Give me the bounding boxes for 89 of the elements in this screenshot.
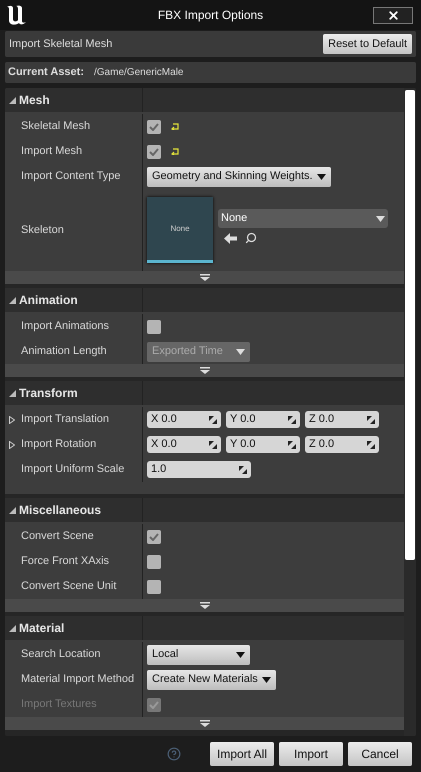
property-label: Import Animations <box>21 319 110 334</box>
dropdown[interactable]: Geometry and Skinning Weights. <box>147 166 331 186</box>
checkbox[interactable] <box>147 144 161 158</box>
section-header[interactable]: Mesh <box>5 88 404 112</box>
collapse-triangle-icon <box>9 390 16 396</box>
dropdown[interactable]: Create New Materials <box>147 670 276 690</box>
section-title: Miscellaneous <box>19 502 102 519</box>
expand-down-icon <box>200 720 210 727</box>
check-icon <box>149 532 159 540</box>
caret-icon <box>236 348 245 354</box>
close-button[interactable] <box>373 6 413 24</box>
property-label: Import Textures <box>21 697 97 712</box>
checkbox[interactable] <box>147 580 161 594</box>
expand-down-icon <box>200 602 210 609</box>
section-title: Mesh <box>19 92 50 109</box>
collapse-triangle-icon <box>9 96 16 104</box>
property-label: Import Translation <box>21 412 110 428</box>
scrollbar-thumb[interactable] <box>405 90 415 560</box>
property-label: Skeleton <box>21 222 64 238</box>
property-label: Import Content Type <box>21 169 120 184</box>
asset-path: /Game/GenericMale <box>94 66 184 80</box>
expand-down-icon <box>200 367 210 374</box>
dropdown[interactable]: Local <box>147 644 250 664</box>
number-field[interactable]: X 0.0 <box>147 436 221 453</box>
reset-button[interactable]: Reset to Default <box>323 34 412 54</box>
section-header[interactable]: Transform <box>5 381 404 405</box>
property-label: Animation Length <box>21 344 107 360</box>
section-title: Animation <box>19 292 78 309</box>
scrollbar[interactable] <box>404 88 416 736</box>
drag-handle-icon[interactable] <box>239 466 247 474</box>
left-arrow-icon[interactable] <box>224 232 237 244</box>
check-icon <box>149 148 159 156</box>
section-header[interactable]: Miscellaneous <box>5 498 404 522</box>
reset-arrow-icon[interactable] <box>171 148 179 155</box>
help-icon[interactable] <box>167 747 181 761</box>
collapse-triangle-icon <box>9 624 16 632</box>
checkbox[interactable] <box>147 120 161 134</box>
expand-arrow-icon[interactable] <box>9 440 15 448</box>
dialog-heading: Import Skeletal Mesh <box>9 36 112 52</box>
dialog-button[interactable]: Cancel <box>348 742 412 766</box>
section-header[interactable]: Material <box>5 616 404 640</box>
section-title: Transform <box>19 385 78 402</box>
expand-down-icon <box>200 274 210 281</box>
collapse-triangle-icon <box>9 296 16 304</box>
caret-icon <box>236 652 245 658</box>
number-field[interactable]: Z 0.0 <box>305 436 379 453</box>
collapse-triangle-icon <box>9 506 16 514</box>
number-field[interactable]: Y 0.0 <box>226 436 300 453</box>
property-label: Force Front XAxis <box>21 554 110 570</box>
drag-handle-icon[interactable] <box>209 440 217 448</box>
checkbox[interactable] <box>147 530 161 544</box>
section-header[interactable]: Animation <box>5 288 404 312</box>
property-label: Skeletal Mesh <box>21 119 90 134</box>
drag-handle-icon[interactable] <box>288 440 296 448</box>
drag-handle-icon[interactable] <box>367 416 375 424</box>
drag-handle-icon[interactable] <box>367 440 375 448</box>
property-label: Import Mesh <box>21 144 82 160</box>
caret-icon <box>316 174 326 180</box>
property-label: Import Rotation <box>21 437 96 452</box>
asset-thumbnail[interactable]: None <box>147 197 213 263</box>
number-field[interactable]: Z 0.0 <box>305 411 379 428</box>
checkbox[interactable] <box>147 320 161 334</box>
number-field[interactable]: X 0.0 <box>147 411 221 428</box>
close-icon <box>386 8 400 22</box>
window-title: FBX Import Options <box>158 7 264 24</box>
dialog-button[interactable]: Import <box>279 742 343 766</box>
asset-label: Current Asset: <box>8 65 84 80</box>
number-field[interactable]: 1.0 <box>147 461 251 478</box>
check-icon <box>149 700 159 708</box>
check-icon <box>149 122 159 130</box>
expand-arrow-icon[interactable] <box>9 416 15 424</box>
property-label: Import Uniform Scale <box>21 462 124 478</box>
drag-handle-icon[interactable] <box>209 416 217 424</box>
search-icon[interactable] <box>245 232 257 244</box>
asset-dropdown[interactable]: None <box>218 209 388 228</box>
property-label: Convert Scene <box>21 529 94 544</box>
property-label: Material Import Method <box>21 672 134 688</box>
drag-handle-icon[interactable] <box>288 416 296 424</box>
thumbnail-label: None <box>170 222 190 234</box>
logo-icon <box>5 4 27 26</box>
property-label: Search Location <box>21 647 100 662</box>
caret-icon <box>262 676 271 682</box>
section-title: Material <box>19 620 64 637</box>
reset-arrow-icon[interactable] <box>171 123 179 130</box>
dialog-button[interactable]: Import All <box>210 742 274 766</box>
checkbox[interactable] <box>147 554 161 568</box>
caret-icon <box>376 216 385 222</box>
property-label: Convert Scene Unit <box>21 579 116 594</box>
number-field[interactable]: Y 0.0 <box>226 411 300 428</box>
